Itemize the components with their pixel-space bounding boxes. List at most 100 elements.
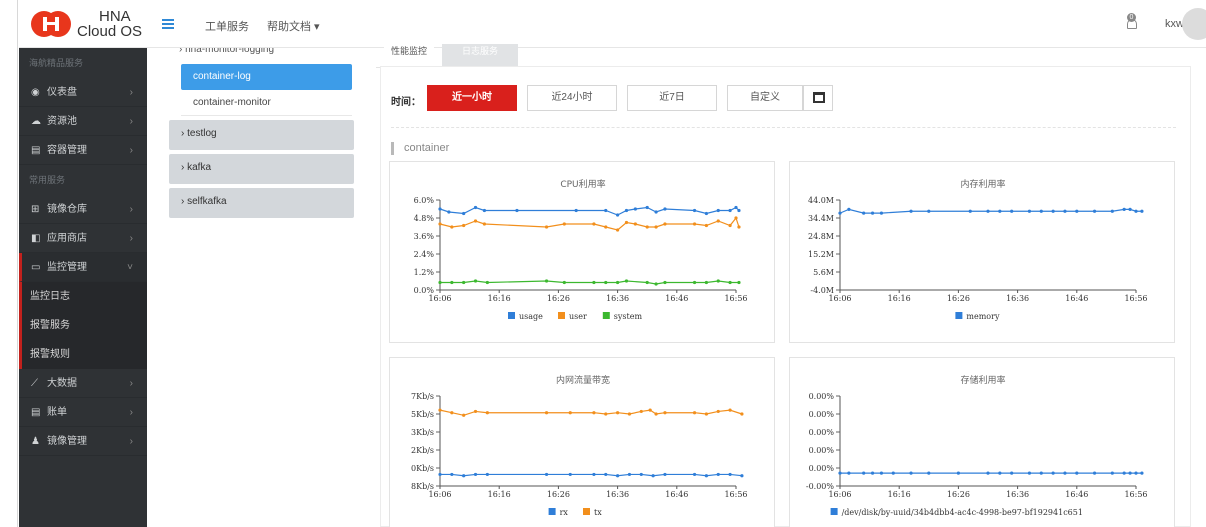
data-point [624, 208, 629, 213]
chart-title: CPU利用率 [560, 178, 605, 190]
legend-label: system [614, 312, 643, 321]
y-tick-label: 0.00% [809, 392, 835, 401]
data-point [462, 413, 466, 417]
tab-performance-monitor[interactable]: 性能监控 [384, 44, 434, 66]
data-point [1122, 207, 1126, 211]
chevron-right-icon: › [129, 116, 133, 127]
window-edge [0, 0, 18, 527]
sidebar-item-label: 容器管理 [47, 145, 87, 156]
time-custom-button[interactable]: 自定义 [727, 85, 803, 111]
data-point [485, 411, 489, 415]
x-tick-label: 16:56 [724, 294, 747, 303]
menu-toggle-icon[interactable] [162, 19, 174, 29]
data-point [847, 471, 851, 475]
y-tick-label: 5Kb/s [411, 410, 434, 419]
time-range-selector: 时间： 近一小时 近24小时 近7日 自定义 [381, 85, 1181, 111]
data-point [692, 222, 697, 226]
y-tick-label: 4.8% [414, 214, 435, 223]
sidebar-section-premium: 海航精品服务 [29, 58, 84, 68]
x-tick-label: 16:26 [947, 294, 970, 303]
sidebar-subitem-alert-rules[interactable]: 报警规则 [19, 340, 147, 369]
data-point [604, 280, 608, 285]
tree-group-selfkafka[interactable]: › selfkafka [169, 188, 354, 218]
data-point [909, 209, 913, 213]
tree-group-testlog[interactable]: › testlog [169, 120, 354, 150]
data-point [1027, 471, 1032, 475]
data-point [473, 279, 478, 283]
sidebar-item-image-repo[interactable]: ⊞ 镜像仓库 › [19, 195, 147, 224]
data-point [986, 209, 990, 213]
logo-line2: Cloud OS [77, 23, 143, 40]
sidebar-item-bigdata[interactable]: ⟋ 大数据 › [19, 369, 147, 398]
data-point [1110, 209, 1114, 213]
data-point [1128, 471, 1132, 475]
sidebar-item-monitor-mgmt[interactable]: ▭ 监控管理 ˅ [19, 253, 147, 282]
bill-icon: ▤ [31, 407, 41, 418]
data-point [986, 471, 990, 475]
data-point [473, 205, 478, 210]
data-point [740, 412, 744, 416]
tab-log-service[interactable]: 日志服务 [442, 44, 518, 66]
time-last-hour-button[interactable]: 近一小时 [427, 85, 517, 111]
sidebar-item-image-mgmt[interactable]: ♟ 镜像管理 › [19, 427, 147, 456]
data-point [1110, 471, 1114, 475]
x-tick-label: 16:56 [724, 490, 747, 499]
legend-swatch [508, 312, 515, 319]
sidebar-item-label: 资源池 [47, 116, 77, 127]
tab-bar: 性能监控 日志服务 [376, 44, 1191, 68]
y-tick-label: 0.00% [809, 446, 835, 455]
data-point [654, 412, 658, 416]
cpu-chart: CPU利用率6.0%4.8%3.6%2.4%1.2%0.0%16:06 16:16… [414, 178, 748, 321]
avatar[interactable] [1182, 8, 1206, 40]
sidebar-subitem-monitor-log[interactable]: 监控日志 [19, 282, 147, 311]
data-point [728, 472, 732, 477]
data-point [1051, 209, 1055, 213]
sidebar-item-bill[interactable]: ▤ 账单 › [19, 398, 147, 427]
data-point [627, 472, 632, 477]
time-last-7d-button[interactable]: 近7日 [627, 85, 717, 111]
main-content: 性能监控 日志服务 时间： 近一小时 近24小时 近7日 自定义 contain… [376, 44, 1206, 527]
data-point [704, 223, 708, 228]
logo-line1: HNA [99, 8, 131, 25]
data-point [862, 211, 866, 215]
data-point [728, 408, 732, 412]
chevron-right-icon: › [129, 233, 133, 244]
logo[interactable]: HNA Cloud OS [19, 0, 147, 48]
time-last-24h-button[interactable]: 近24小时 [527, 85, 617, 111]
data-point [737, 225, 741, 229]
x-tick-label: 16:46 [665, 294, 688, 303]
nav-ticket-service[interactable]: 工单服务 [205, 18, 249, 34]
legend-label: user [569, 312, 587, 321]
sidebar-item-dashboard[interactable]: ◉ 仪表盘 › [19, 78, 147, 107]
tree-group-hna-monitor-logging[interactable]: › hna-monitor-logging [169, 48, 354, 64]
y-tick-label: 44.0M [808, 196, 834, 205]
x-tick-label: 16:56 [1124, 490, 1147, 499]
data-point [663, 222, 667, 226]
data-point [1063, 209, 1067, 213]
data-point [645, 205, 649, 210]
data-point [654, 225, 658, 229]
top-header: HNA Cloud OS 工单服务 帮助文档 ▾ 0 kxw [19, 0, 1206, 48]
sidebar-item-resource-pool[interactable]: ☁ 资源池 › [19, 107, 147, 136]
calendar-icon[interactable] [803, 85, 833, 111]
data-point [574, 208, 578, 213]
legend-swatch [583, 508, 590, 515]
legend-label: tx [594, 508, 602, 517]
y-tick-label: 0Kb/s [411, 464, 434, 473]
tree-item-container-log[interactable]: container-log [181, 64, 352, 90]
data-point [654, 210, 658, 214]
nav-help-docs[interactable]: 帮助文档 ▾ [267, 18, 320, 34]
data-point [616, 228, 620, 232]
tree-item-container-monitor[interactable]: container-monitor [181, 90, 352, 116]
data-point [1063, 471, 1067, 475]
y-tick-label: 2.4% [414, 250, 435, 259]
sidebar-item-container-mgmt[interactable]: ▤ 容器管理 › [19, 136, 147, 165]
network-chart: 内网流量带宽7Kb/s5Kb/s3Kb/s2Kb/s0Kb/s8Kb/s16:0… [411, 374, 748, 517]
data-point [728, 223, 732, 228]
data-point [639, 409, 643, 414]
sidebar-item-app-store[interactable]: ◧ 应用商店 › [19, 224, 147, 253]
sidebar-subitem-alert-service[interactable]: 报警服务 [19, 311, 147, 340]
data-point [592, 222, 596, 226]
tree-group-kafka[interactable]: › kafka [169, 154, 354, 184]
legend-label: /dev/disk/by-uuid/34b4dbb4-ac4c-4998-be9… [842, 508, 1083, 517]
